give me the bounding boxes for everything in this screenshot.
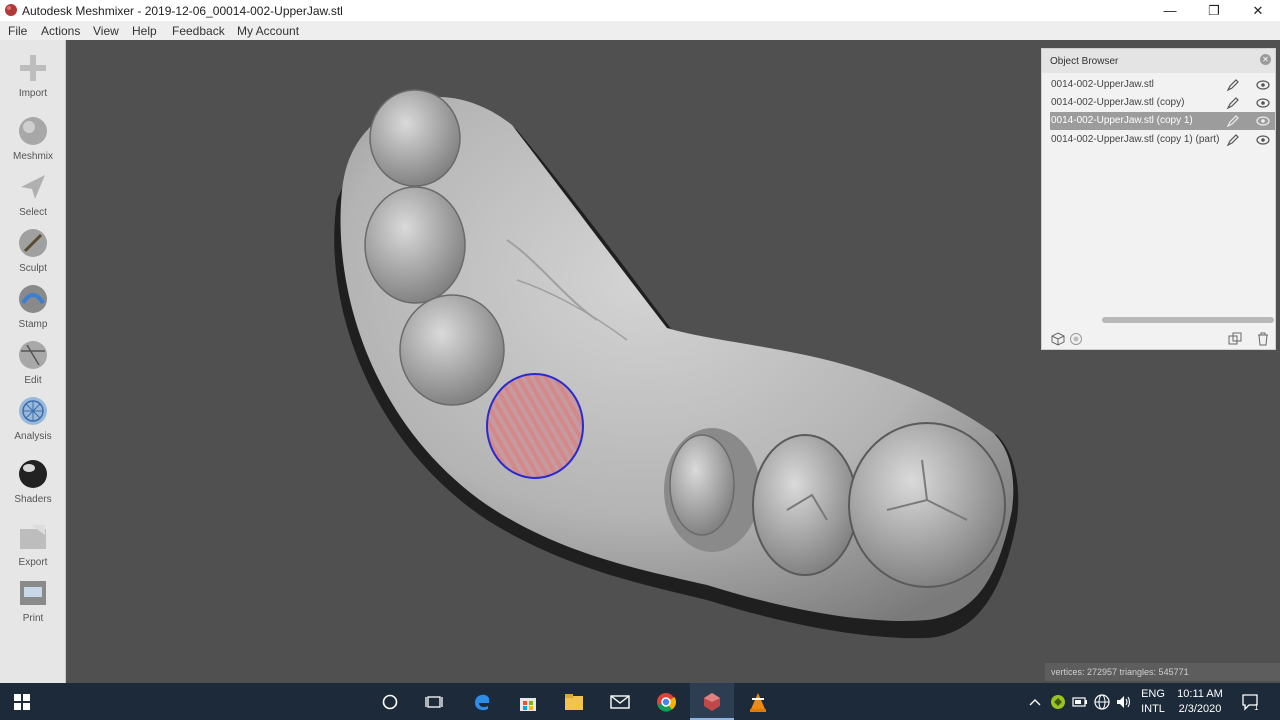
object-browser-panel: Object Browser ✕ 0014-002-UpperJaw.stl 0… <box>1041 48 1276 350</box>
tool-sculpt-label: Sculpt <box>19 263 47 274</box>
object-list-item[interactable]: 0014-002-UpperJaw.stl (copy 1) (part) <box>1050 131 1275 149</box>
tool-meshmix-label: Meshmix <box>12 151 53 162</box>
network-globe-icon[interactable] <box>1092 683 1112 720</box>
select-arrow-icon <box>21 175 45 199</box>
object-browser-title: Object Browser <box>1050 56 1119 67</box>
menu-view[interactable]: View <box>93 24 119 38</box>
combine-icon[interactable] <box>1069 332 1083 346</box>
store-icon[interactable] <box>506 683 550 720</box>
volume-icon[interactable] <box>1114 683 1134 720</box>
trash-icon[interactable] <box>1256 332 1270 346</box>
tool-export[interactable]: Export <box>0 521 66 577</box>
input-language-indicator[interactable]: ENG INTL <box>1138 687 1168 717</box>
windows-taskbar: ENG INTL 10:11 AM 2/3/2020 1 <box>0 683 1280 720</box>
stamp-icon <box>19 285 47 313</box>
menu-my-account[interactable]: My Account <box>237 24 299 38</box>
window-titlebar: Autodesk Meshmixer - 2019-12-06_00014-00… <box>0 0 1280 21</box>
tool-stamp[interactable]: Stamp <box>0 283 66 339</box>
menu-bar: File Actions View Help Feedback My Accou… <box>0 21 1280 40</box>
language-code: ENG <box>1141 688 1165 700</box>
meshmixer-taskbar-icon[interactable] <box>690 683 734 720</box>
export-icon <box>20 525 46 549</box>
visibility-eye-icon[interactable] <box>1256 115 1270 127</box>
tray-app-icon[interactable] <box>1048 683 1068 720</box>
clock-time: 10:11 AM <box>1177 688 1223 700</box>
edit-pencil-icon[interactable] <box>1226 78 1240 92</box>
object-browser-header: Object Browser ✕ <box>1042 49 1275 73</box>
object-browser-scrollbar[interactable] <box>1102 317 1274 323</box>
tool-print[interactable]: Print <box>0 577 66 633</box>
object-list-item[interactable]: 0014-002-UpperJaw.stl (copy) <box>1050 94 1275 112</box>
tool-select-label: Select <box>19 207 47 218</box>
cube-icon[interactable] <box>1051 332 1065 346</box>
object-name: 0014-002-UpperJaw.stl (copy 1) <box>1051 115 1193 126</box>
sculpt-brush-icon <box>19 229 47 257</box>
chrome-icon[interactable] <box>644 683 688 720</box>
show-hidden-icons[interactable] <box>1026 683 1044 720</box>
object-list-item-selected[interactable]: 0014-002-UpperJaw.stl (copy 1) <box>1050 112 1275 130</box>
window-title: Autodesk Meshmixer - 2019-12-06_00014-00… <box>22 4 343 18</box>
object-list-item[interactable]: 0014-002-UpperJaw.stl <box>1050 76 1275 94</box>
battery-icon[interactable] <box>1070 683 1090 720</box>
visibility-eye-icon[interactable] <box>1256 79 1270 91</box>
mesh-stats: vertices: 272957 triangles: 545771 <box>1045 663 1280 681</box>
tool-shaders-label: Shaders <box>14 494 52 505</box>
tool-edit-label: Edit <box>24 375 42 386</box>
vlc-icon[interactable] <box>736 683 780 720</box>
cortana-search-icon[interactable] <box>368 683 412 720</box>
file-explorer-icon[interactable] <box>552 683 596 720</box>
task-view-icon[interactable] <box>412 683 456 720</box>
edit-pencil-icon[interactable] <box>1226 114 1240 128</box>
tool-import[interactable]: Import <box>0 52 66 108</box>
close-icon[interactable]: ✕ <box>1236 0 1280 21</box>
meshmixer-app-icon <box>5 4 17 16</box>
shaders-sphere-icon <box>19 460 47 488</box>
visibility-eye-icon[interactable] <box>1256 134 1270 146</box>
tool-analysis[interactable]: Analysis <box>0 395 66 451</box>
close-panel-icon[interactable]: ✕ <box>1260 54 1271 65</box>
tool-stamp-label: Stamp <box>18 319 48 330</box>
tool-shaders[interactable]: Shaders <box>0 458 66 514</box>
object-name: 0014-002-UpperJaw.stl (copy) <box>1051 97 1185 108</box>
left-toolbar: Import Meshmix Select Sculpt Stamp Edit <box>0 40 66 683</box>
object-name: 0014-002-UpperJaw.stl <box>1051 79 1154 90</box>
plus-icon <box>20 55 46 81</box>
clock-date: 2/3/2020 <box>1178 703 1222 715</box>
menu-actions[interactable]: Actions <box>41 24 80 38</box>
analysis-icon <box>19 397 47 425</box>
windows-start-icon[interactable] <box>0 683 44 720</box>
edge-browser-icon[interactable] <box>460 683 504 720</box>
action-center-icon[interactable]: 1 <box>1236 683 1266 720</box>
tool-export-label: Export <box>18 557 48 568</box>
menu-file[interactable]: File <box>8 24 27 38</box>
meshmix-icon <box>19 117 47 145</box>
edit-pencil-icon[interactable] <box>1226 96 1240 110</box>
mail-icon[interactable] <box>598 683 642 720</box>
notification-count: 1 <box>1254 703 1259 711</box>
tool-analysis-label: Analysis <box>14 431 52 442</box>
menu-help[interactable]: Help <box>132 24 157 38</box>
tool-edit[interactable]: Edit <box>0 339 66 395</box>
duplicate-icon[interactable] <box>1228 332 1242 346</box>
tool-sculpt[interactable]: Sculpt <box>0 227 66 283</box>
print-icon <box>20 581 46 605</box>
edit-icon <box>19 341 47 369</box>
tool-select[interactable]: Select <box>0 171 66 227</box>
tool-import-label: Import <box>18 88 48 99</box>
object-browser-footer <box>1042 329 1275 349</box>
edit-pencil-icon[interactable] <box>1226 133 1240 147</box>
keyboard-layout: INTL <box>1141 703 1165 715</box>
taskbar-clock[interactable]: 10:11 AM 2/3/2020 <box>1172 687 1228 717</box>
tool-print-label: Print <box>22 613 44 624</box>
menu-feedback[interactable]: Feedback <box>172 24 225 38</box>
tool-meshmix[interactable]: Meshmix <box>0 115 66 171</box>
selection-region[interactable] <box>486 373 584 479</box>
visibility-eye-icon[interactable] <box>1256 97 1270 109</box>
object-name: 0014-002-UpperJaw.stl (copy 1) (part) <box>1051 134 1220 145</box>
minimize-icon[interactable]: — <box>1148 0 1192 21</box>
restore-icon[interactable]: ❐ <box>1192 0 1236 21</box>
